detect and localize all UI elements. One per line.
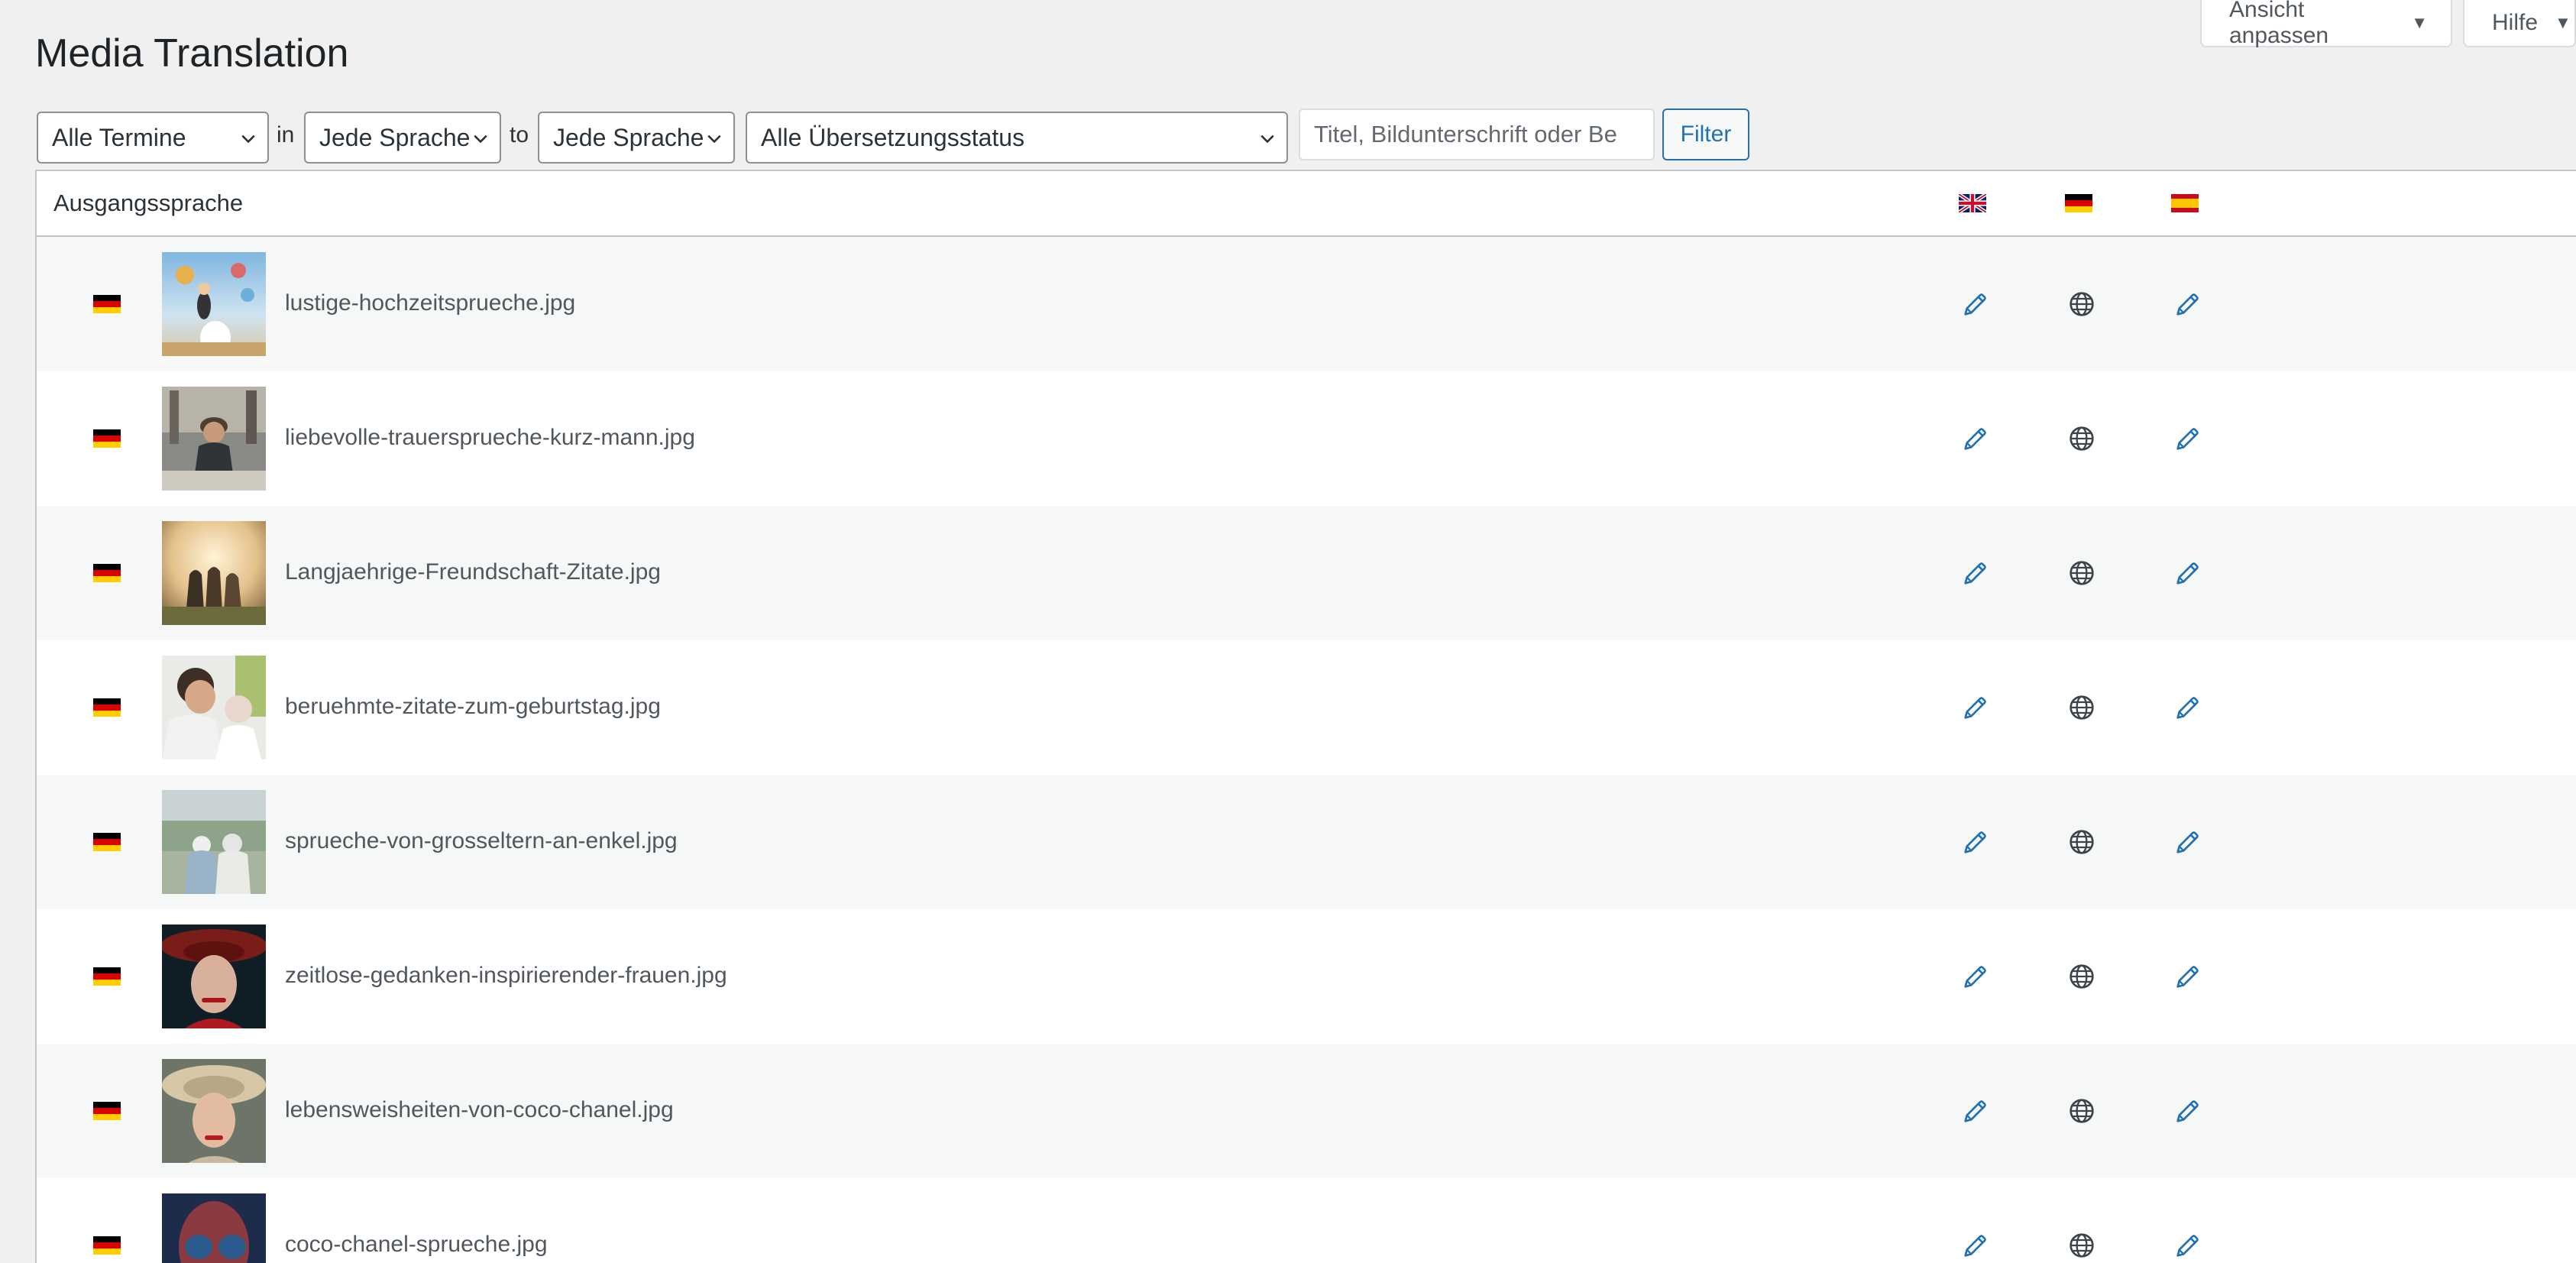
table-row: lustige-hochzeitsprueche.jpg <box>37 237 2576 371</box>
translate-globe-icon[interactable] <box>2066 558 2097 588</box>
translate-globe-icon[interactable] <box>2066 289 2097 319</box>
flag-de-icon <box>93 833 121 851</box>
flag-de-icon <box>93 967 121 986</box>
search-input[interactable] <box>1299 108 1655 160</box>
flag-de-icon <box>93 698 121 717</box>
edit-translation-pencil-icon[interactable] <box>2173 1230 2203 1261</box>
table-row: Langjaehrige-Freundschaft-Zitate.jpg <box>37 506 2576 640</box>
flag-de-icon <box>93 295 121 313</box>
media-thumbnail[interactable] <box>162 656 266 759</box>
media-filename: liebevolle-trauersprueche-kurz-mann.jpg <box>285 425 695 450</box>
media-filename: coco-chanel-sprueche.jpg <box>285 1232 548 1257</box>
chevron-down-icon <box>241 134 255 144</box>
translate-globe-icon[interactable] <box>2066 1230 2097 1261</box>
filter-button[interactable]: Filter <box>1662 108 1749 160</box>
edit-translation-pencil-icon[interactable] <box>2173 558 2203 588</box>
media-thumbnail[interactable] <box>162 1059 266 1163</box>
help-button[interactable]: Hilfe ▼ <box>2463 0 2576 47</box>
screen-options-label: Ansicht anpassen <box>2229 0 2329 48</box>
edit-translation-pencil-icon[interactable] <box>2173 692 2203 723</box>
edit-translation-pencil-icon[interactable] <box>2173 961 2203 992</box>
media-thumbnail[interactable] <box>162 790 266 894</box>
chevron-down-icon <box>1260 134 1274 144</box>
flag-de-icon <box>2065 194 2092 212</box>
translate-globe-icon[interactable] <box>2066 692 2097 723</box>
caret-down-icon: ▼ <box>2555 13 2571 32</box>
table-row: coco-chanel-sprueche.jpg <box>37 1178 2576 1263</box>
chevron-down-icon <box>707 134 721 144</box>
target-language-select[interactable]: Jede Sprache <box>538 112 735 164</box>
chevron-down-icon <box>474 134 487 144</box>
edit-translation-pencil-icon[interactable] <box>1960 1230 1991 1261</box>
edit-translation-pencil-icon[interactable] <box>2173 827 2203 857</box>
media-filename: zeitlose-gedanken-inspirierender-frauen.… <box>285 963 727 988</box>
page-title: Media Translation <box>35 31 349 76</box>
table-row: zeitlose-gedanken-inspirierender-frauen.… <box>37 909 2576 1044</box>
table-row: lebensweisheiten-von-coco-chanel.jpg <box>37 1044 2576 1178</box>
edit-translation-pencil-icon[interactable] <box>1960 289 1991 319</box>
source-language-value: Jede Sprache <box>319 123 471 151</box>
screen-meta-links: Ansicht anpassen ▼ Hilfe ▼ <box>2200 0 2576 48</box>
media-thumbnail[interactable] <box>162 925 266 1028</box>
edit-translation-pencil-icon[interactable] <box>2173 423 2203 454</box>
translation-status-value: Alle Übersetzungsstatus <box>761 123 1025 151</box>
table-row: sprueche-von-grosseltern-an-enkel.jpg <box>37 775 2576 909</box>
media-thumbnail[interactable] <box>162 252 266 356</box>
table-row: beruehmte-zitate-zum-geburtstag.jpg <box>37 640 2576 775</box>
translation-status-select[interactable]: Alle Übersetzungsstatus <box>746 112 1288 164</box>
caret-down-icon: ▼ <box>2411 13 2428 32</box>
edit-translation-pencil-icon[interactable] <box>1960 558 1991 588</box>
translate-globe-icon[interactable] <box>2066 961 2097 992</box>
source-language-select[interactable]: Jede Sprache <box>304 112 501 164</box>
flag-de-icon <box>93 564 121 582</box>
flag-de-icon <box>93 429 121 448</box>
to-label: to <box>510 122 529 147</box>
media-thumbnail[interactable] <box>162 1193 266 1263</box>
table-header: Ausgangssprache <box>37 171 2576 237</box>
help-label: Hilfe <box>2492 10 2539 35</box>
edit-translation-pencil-icon[interactable] <box>1960 827 1991 857</box>
media-filename: beruehmte-zitate-zum-geburtstag.jpg <box>285 694 661 719</box>
media-filename: lebensweisheiten-von-coco-chanel.jpg <box>285 1097 674 1122</box>
screen-options-button[interactable]: Ansicht anpassen ▼ <box>2200 0 2452 48</box>
edit-translation-pencil-icon[interactable] <box>1960 423 1991 454</box>
table-row: liebevolle-trauersprueche-kurz-mann.jpg <box>37 371 2576 506</box>
edit-translation-pencil-icon[interactable] <box>1960 692 1991 723</box>
date-select-value: Alle Termine <box>52 123 186 151</box>
translate-globe-icon[interactable] <box>2066 1096 2097 1126</box>
target-language-value: Jede Sprache <box>553 123 704 151</box>
flag-es-icon <box>2171 194 2199 212</box>
flag-gb-icon <box>1959 194 1986 212</box>
edit-translation-pencil-icon[interactable] <box>2173 289 2203 319</box>
source-language-column-header: Ausgangssprache <box>53 189 244 216</box>
media-thumbnail[interactable] <box>162 521 266 625</box>
date-select[interactable]: Alle Termine <box>37 112 269 164</box>
translate-globe-icon[interactable] <box>2066 827 2097 857</box>
media-filename: lustige-hochzeitsprueche.jpg <box>285 290 576 316</box>
media-thumbnail[interactable] <box>162 387 266 491</box>
flag-de-icon <box>93 1236 121 1255</box>
media-filename: Langjaehrige-Freundschaft-Zitate.jpg <box>285 559 661 585</box>
edit-translation-pencil-icon[interactable] <box>2173 1096 2203 1126</box>
in-label: in <box>277 122 295 147</box>
edit-translation-pencil-icon[interactable] <box>1960 961 1991 992</box>
table-body: lustige-hochzeitsprueche.jpg liebevolle-t… <box>37 237 2576 1263</box>
media-table: Ausgangssprache lustige-hochzeitsprueche… <box>35 170 2576 1263</box>
edit-translation-pencil-icon[interactable] <box>1960 1096 1991 1126</box>
translate-globe-icon[interactable] <box>2066 423 2097 454</box>
flag-de-icon <box>93 1102 121 1120</box>
media-filename: sprueche-von-grosseltern-an-enkel.jpg <box>285 828 678 853</box>
